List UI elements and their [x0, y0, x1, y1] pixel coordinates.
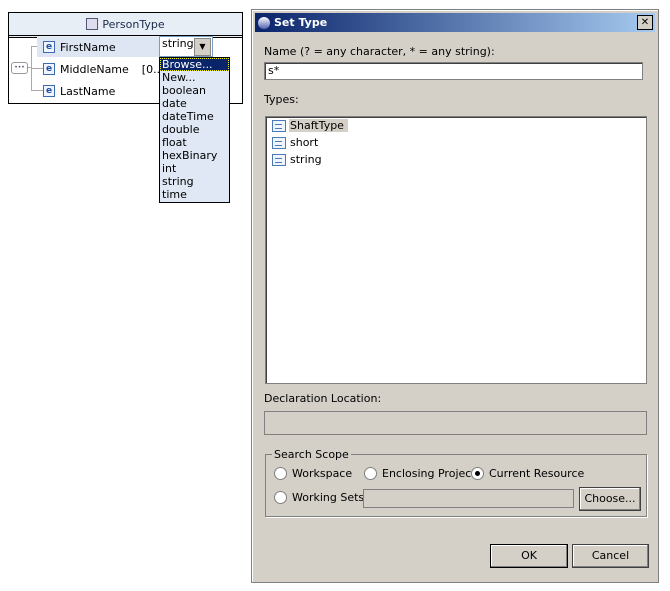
- search-scope-label: Search Scope: [272, 448, 351, 461]
- dropdown-option[interactable]: boolean: [160, 84, 229, 97]
- element-icon: e: [43, 85, 55, 97]
- complex-type-header[interactable]: PersonType: [9, 13, 242, 38]
- cancel-button[interactable]: Cancel: [572, 544, 649, 568]
- choose-button[interactable]: Choose...: [579, 487, 641, 511]
- combo-value: string: [162, 37, 194, 50]
- type-dropdown-list[interactable]: Browse... New... boolean date dateTime double…: [159, 57, 230, 203]
- ok-button[interactable]: OK: [490, 544, 568, 568]
- radio-workspace[interactable]: Workspace: [274, 467, 352, 480]
- eclipse-icon: [258, 16, 270, 29]
- dropdown-option[interactable]: dateTime: [160, 110, 229, 123]
- radio-label: Enclosing Project: [382, 467, 476, 480]
- type-label: ShaftType: [289, 119, 348, 132]
- radio-label: Working Sets: [292, 491, 365, 504]
- radio-enclosing-project[interactable]: Enclosing Project: [364, 467, 476, 480]
- search-scope-group: Search Scope Workspace Enclosing Project…: [265, 448, 647, 517]
- set-type-dialog: Set Type ✕ Name (? = any character, * = a…: [251, 9, 659, 583]
- dropdown-option[interactable]: Browse...: [160, 58, 229, 71]
- type-list-item[interactable]: ShaftType: [266, 117, 646, 134]
- types-list[interactable]: ShaftType short string: [265, 116, 647, 384]
- type-label: string: [290, 153, 322, 166]
- radio-label: Workspace: [292, 467, 353, 480]
- dropdown-option[interactable]: int: [160, 162, 229, 175]
- chevron-down-icon[interactable]: ▼: [194, 38, 211, 56]
- element-icon: e: [43, 41, 55, 53]
- type-list-item[interactable]: short: [266, 134, 646, 151]
- dropdown-option[interactable]: string: [160, 175, 229, 188]
- working-sets-field: [363, 489, 574, 508]
- element-name: LastName: [60, 84, 116, 98]
- complex-type-icon: [86, 18, 99, 30]
- dropdown-option[interactable]: date: [160, 97, 229, 110]
- name-input[interactable]: s*: [264, 62, 643, 80]
- name-label: Name (? = any character, * = any string)…: [264, 45, 495, 58]
- element-firstname[interactable]: e FirstName: [37, 37, 159, 57]
- dropdown-option[interactable]: float: [160, 136, 229, 149]
- element-icon: e: [43, 63, 55, 75]
- radio-current-resource[interactable]: Current Resource: [471, 467, 584, 480]
- element-name: FirstName: [60, 40, 116, 54]
- type-name: PersonType: [102, 17, 165, 31]
- declaration-label: Declaration Location:: [264, 392, 382, 405]
- dialog-title: Set Type: [274, 16, 328, 29]
- radio-label: Current Resource: [489, 467, 585, 480]
- radio-working-sets[interactable]: Working Sets: [274, 491, 364, 504]
- simple-type-icon: [272, 136, 286, 149]
- type-combo[interactable]: string ▼: [159, 36, 213, 57]
- element-lastname[interactable]: e LastName: [43, 81, 115, 101]
- dropdown-option[interactable]: hexBinary: [160, 149, 229, 162]
- type-label: short: [290, 136, 319, 149]
- close-button[interactable]: ✕: [637, 15, 653, 30]
- simple-type-icon: [272, 119, 286, 132]
- title-bar: Set Type ✕: [255, 13, 655, 32]
- type-list-item[interactable]: string: [266, 151, 646, 168]
- dropdown-option[interactable]: New...: [160, 71, 229, 84]
- dropdown-option[interactable]: time: [160, 188, 229, 201]
- element-name: MiddleName: [60, 62, 129, 76]
- element-middlename[interactable]: e MiddleName [0..1]: [43, 59, 171, 79]
- dropdown-option[interactable]: double: [160, 123, 229, 136]
- types-label: Types:: [264, 93, 299, 106]
- declaration-field: [264, 411, 647, 435]
- sequence-icon[interactable]: •••: [11, 62, 28, 74]
- simple-type-icon: [272, 153, 286, 166]
